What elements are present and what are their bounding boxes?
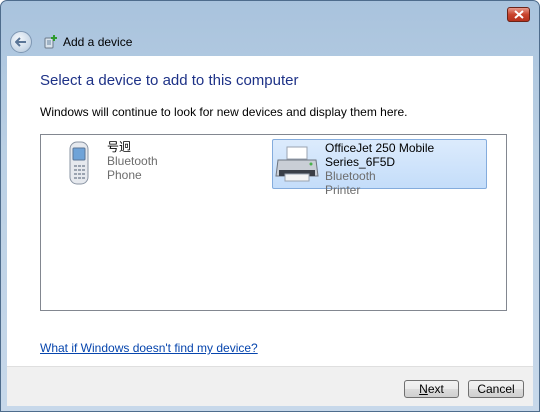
- device-list[interactable]: 号迥 Bluetooth Phone OfficeJet 250 Mobile …: [40, 134, 507, 311]
- title-bar[interactable]: [1, 1, 539, 27]
- next-button-label: Next: [419, 382, 444, 396]
- add-device-window: Add a device Select a device to add to t…: [0, 0, 540, 412]
- back-arrow-icon: [15, 36, 26, 47]
- help-link[interactable]: What if Windows doesn't find my device?: [40, 341, 258, 355]
- wizard-footer: Next Cancel: [7, 366, 533, 406]
- device-category: Printer: [325, 183, 361, 197]
- mobile-phone-icon: [55, 139, 103, 187]
- printer-icon: [273, 140, 321, 188]
- next-button[interactable]: Next: [404, 380, 459, 398]
- cancel-button[interactable]: Cancel: [468, 380, 524, 398]
- device-text: OfficeJet 250 Mobile Series_6F5D Bluetoo…: [325, 140, 486, 197]
- device-item-phone[interactable]: 号迥 Bluetooth Phone: [55, 139, 255, 189]
- wizard-header: Add a device: [7, 27, 533, 56]
- device-type: Bluetooth: [325, 169, 376, 183]
- device-category: Phone: [107, 168, 142, 182]
- device-type: Bluetooth: [107, 154, 158, 168]
- add-device-icon: [44, 34, 57, 48]
- device-name: OfficeJet 250 Mobile Series_6F5D: [325, 141, 435, 169]
- device-name: 号迥: [107, 140, 132, 154]
- wizard-content: Select a device to add to this computer …: [7, 56, 533, 366]
- page-subtext: Windows will continue to look for new de…: [40, 105, 408, 119]
- back-button[interactable]: [10, 30, 32, 53]
- device-text: 号迥 Bluetooth Phone: [107, 139, 158, 182]
- close-icon: [513, 10, 524, 19]
- page-heading: Select a device to add to this computer: [40, 72, 299, 89]
- cancel-button-label: Cancel: [477, 382, 515, 396]
- close-button[interactable]: [507, 7, 530, 22]
- device-item-printer[interactable]: OfficeJet 250 Mobile Series_6F5D Bluetoo…: [272, 139, 487, 197]
- window-title: Add a device: [63, 34, 133, 49]
